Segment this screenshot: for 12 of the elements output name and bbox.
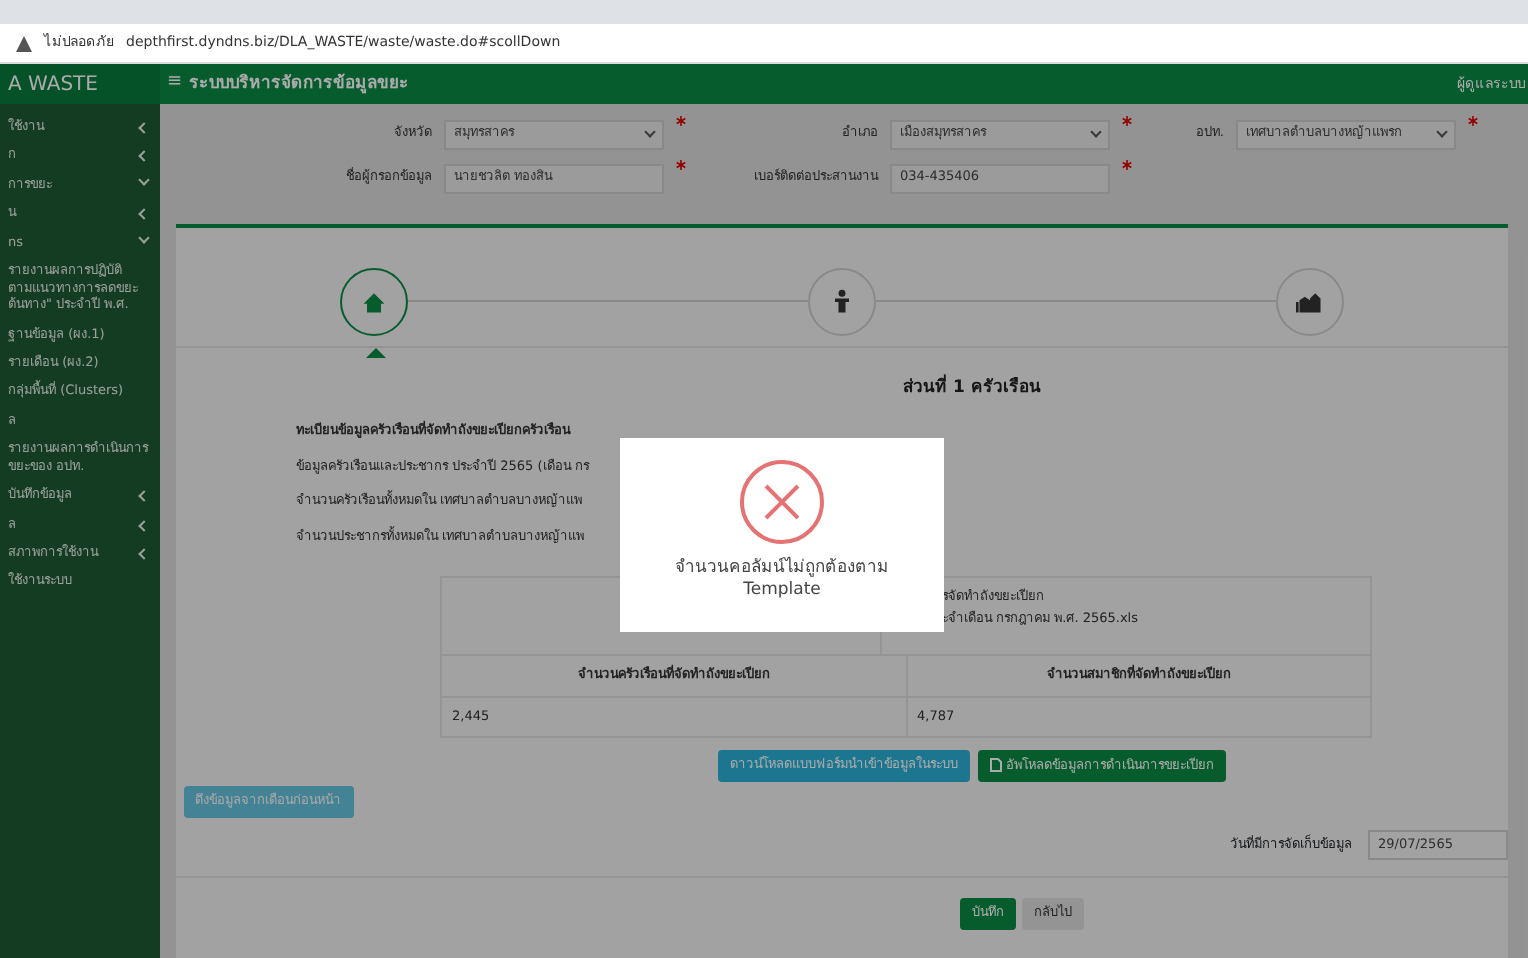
building-icon: [1296, 287, 1324, 315]
section-title: ส่วนที่ 1 ครัวเรือน: [901, 376, 1043, 402]
header-title: ระบบบริหารจัดการข้อมูลขยะ: [189, 71, 410, 97]
menu-toggle[interactable]: ≡: [167, 70, 183, 98]
error-icon: [738, 458, 826, 546]
app-brand[interactable]: A WASTE: [0, 64, 160, 104]
step-pointer: [366, 347, 386, 357]
alert-message: จำนวนคอลัมน์ไม่ถูกต้องตาม Template: [673, 558, 891, 601]
step-indicator[interactable]: [1276, 267, 1344, 335]
file-icon: [990, 758, 1002, 773]
step-indicator[interactable]: [808, 267, 876, 335]
warning-icon: [16, 35, 32, 51]
